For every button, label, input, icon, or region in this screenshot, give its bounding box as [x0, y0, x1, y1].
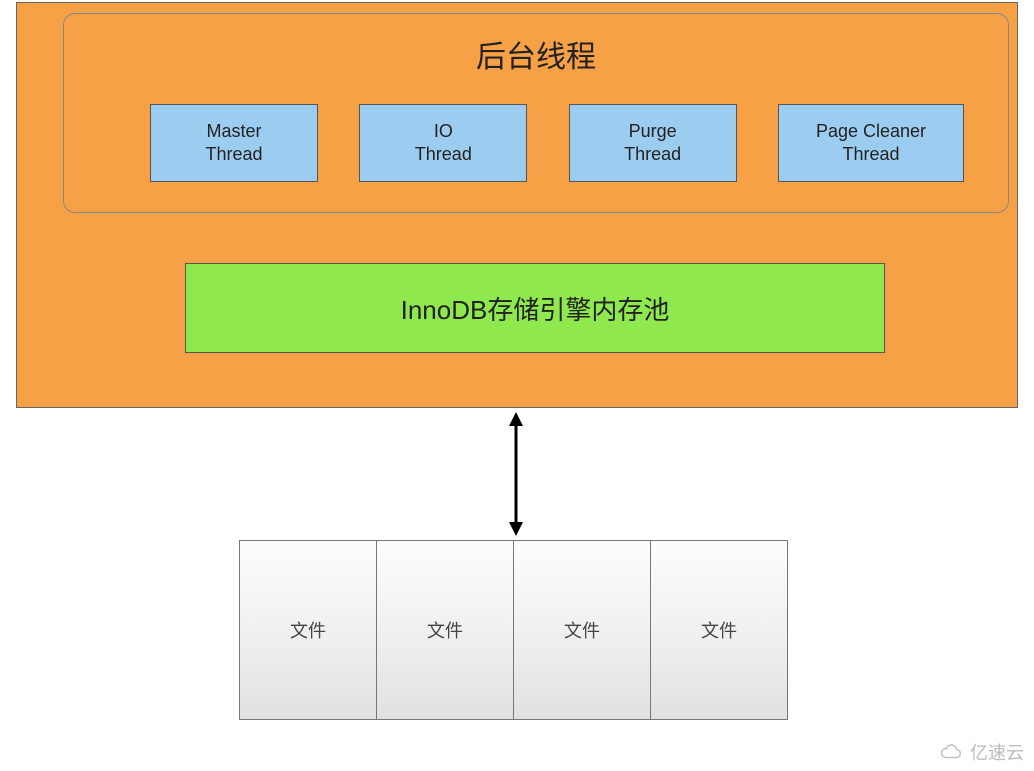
thread-label-line1: IO	[434, 121, 453, 141]
page-cleaner-thread-box: Page Cleaner Thread	[778, 104, 964, 182]
thread-label-line1: Purge	[629, 121, 677, 141]
purge-thread-box: Purge Thread	[569, 104, 737, 182]
thread-label-line2: Thread	[624, 144, 681, 164]
thread-label-line2: Thread	[415, 144, 472, 164]
file-cell: 文件	[376, 540, 514, 720]
innodb-memory-pool: InnoDB存储引擎内存池	[185, 263, 885, 353]
watermark-text: 亿速云	[970, 739, 1024, 765]
architecture-box: 后台线程 Master Thread IO Thread Purge Threa…	[16, 2, 1018, 408]
background-threads-title: 后台线程	[64, 32, 1008, 76]
double-arrow-icon	[506, 412, 526, 536]
io-thread-box: IO Thread	[359, 104, 527, 182]
thread-label-line2: Thread	[205, 144, 262, 164]
master-thread-box: Master Thread	[150, 104, 318, 182]
file-cell: 文件	[513, 540, 651, 720]
background-threads-frame: 后台线程 Master Thread IO Thread Purge Threa…	[63, 13, 1009, 213]
thread-label-line2: Thread	[842, 144, 899, 164]
thread-label-line1: Master	[206, 121, 261, 141]
thread-label-line1: Page Cleaner	[816, 121, 926, 141]
file-cell: 文件	[650, 540, 788, 720]
watermark: 亿速云	[938, 739, 1024, 765]
files-row: 文件 文件 文件 文件	[239, 540, 788, 720]
cloud-icon	[938, 743, 966, 761]
threads-row: Master Thread IO Thread Purge Thread Pag…	[150, 104, 964, 182]
file-cell: 文件	[239, 540, 377, 720]
